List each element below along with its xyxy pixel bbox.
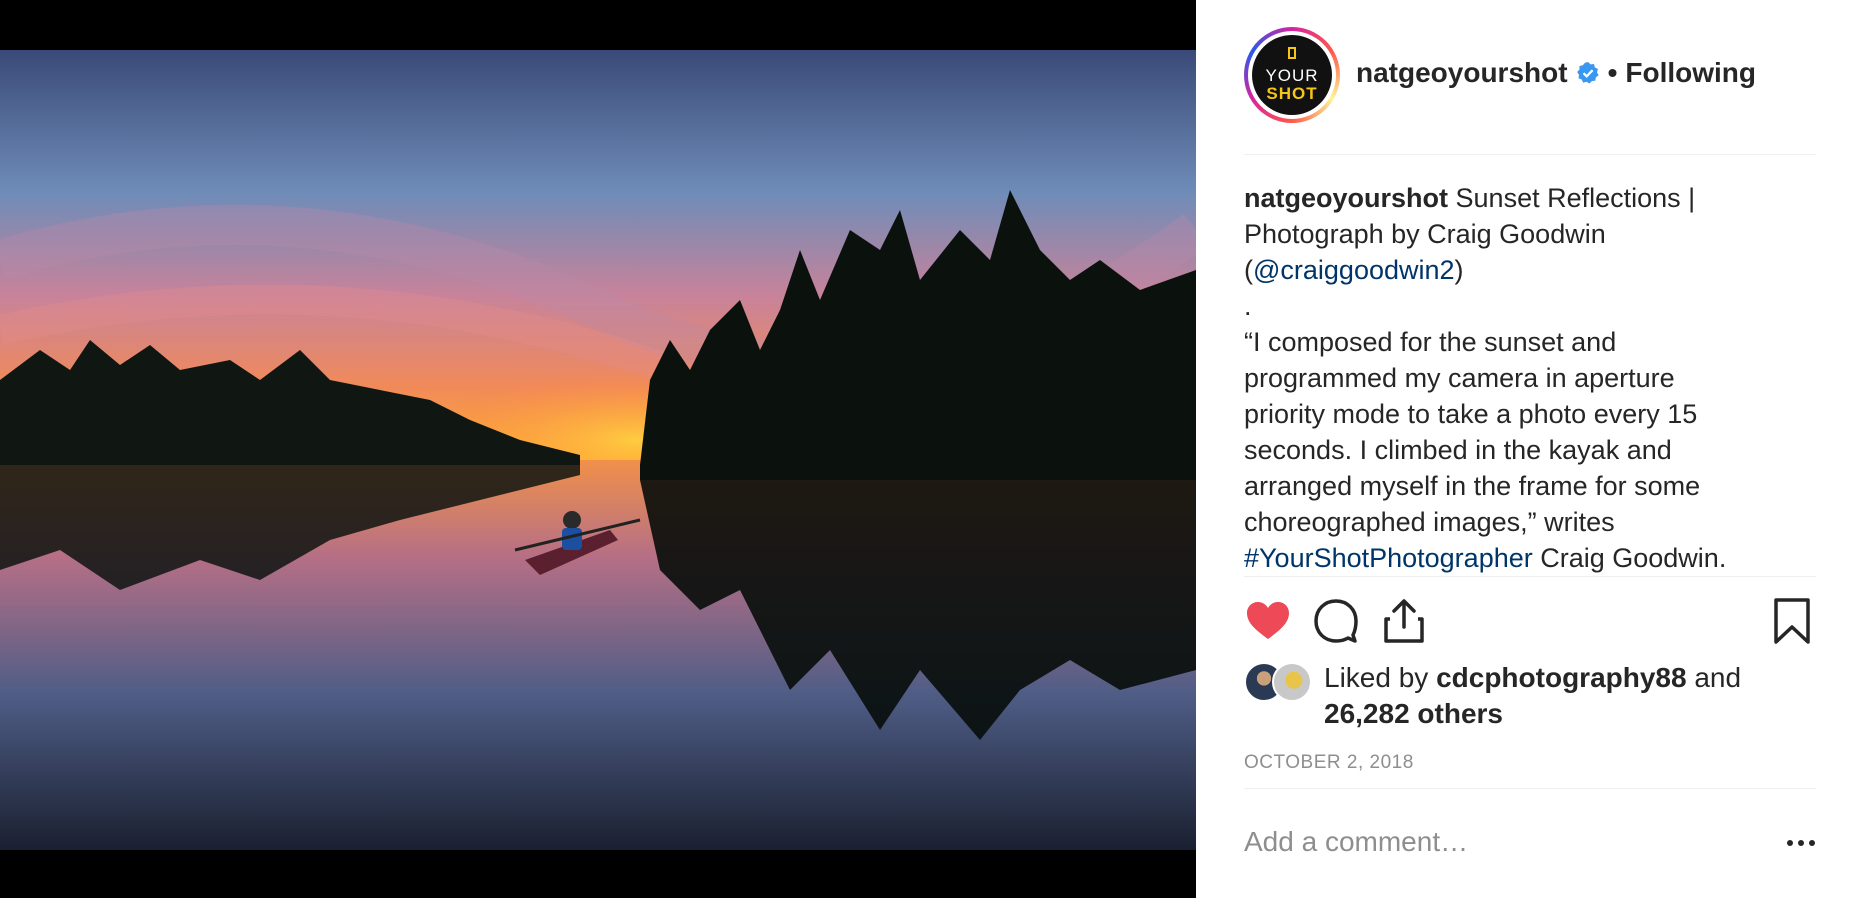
bookmark-icon[interactable] xyxy=(1768,597,1816,645)
post-header: YOUR SHOT natgeoyourshot • Following xyxy=(1244,27,1816,155)
photo-pane xyxy=(0,0,1196,898)
liked-by-prefix: Liked by xyxy=(1324,662,1437,693)
header-separator: • xyxy=(1607,57,1618,88)
share-icon[interactable] xyxy=(1380,597,1428,645)
heart-icon[interactable] xyxy=(1244,597,1292,645)
natgeo-frame-icon xyxy=(1288,47,1296,59)
post-photo[interactable] xyxy=(0,50,1196,850)
caption-quote-line: arranged myself in the frame for some xyxy=(1244,471,1701,501)
account-username[interactable]: natgeoyourshot xyxy=(1356,57,1568,89)
action-bar xyxy=(1244,576,1816,658)
mention-link[interactable]: @craiggoodwin2 xyxy=(1253,255,1455,285)
caption-credit: Photograph by Craig Goodwin xyxy=(1244,219,1606,249)
verified-badge-icon xyxy=(1576,62,1599,84)
caption-quote-line: seconds. I climbed in the kayak and xyxy=(1244,435,1672,465)
liker-avatars xyxy=(1244,662,1316,702)
likes-count[interactable]: 26,282 others xyxy=(1324,698,1503,729)
caption-tail: Craig Goodwin. xyxy=(1532,543,1727,573)
post-sidebar: YOUR SHOT natgeoyourshot • Following nat… xyxy=(1196,0,1862,898)
liker-username[interactable]: cdcphotography88 xyxy=(1436,662,1686,693)
caption-dot: . xyxy=(1244,291,1252,321)
liked-by-text: Liked by cdcphotography88 and 26,282 oth… xyxy=(1324,660,1784,732)
sunset-kayak-image xyxy=(0,50,1196,850)
divider xyxy=(1244,788,1816,789)
following-button[interactable]: Following xyxy=(1625,57,1756,89)
hashtag-link[interactable]: #YourShotPhotographer xyxy=(1244,543,1533,573)
caption-paren-open: ( xyxy=(1244,255,1253,285)
caption-quote-line: programmed my camera in aperture xyxy=(1244,363,1675,393)
liked-by-and: and xyxy=(1686,662,1742,693)
caption-username[interactable]: natgeoyourshot xyxy=(1244,183,1448,213)
caption-quote-line: choreographed images,” writes xyxy=(1244,507,1615,537)
more-options-icon[interactable] xyxy=(1786,838,1816,848)
caption-title: Sunset Reflections | xyxy=(1455,183,1696,213)
avatar[interactable] xyxy=(1272,662,1312,702)
caption-quote-line: “I composed for the sunset and xyxy=(1244,327,1617,357)
post-date[interactable]: OCTOBER 2, 2018 xyxy=(1244,752,1414,774)
comment-input[interactable]: Add a comment… xyxy=(1244,826,1468,858)
comment-icon[interactable] xyxy=(1312,597,1360,645)
caption-paren-close: ) xyxy=(1454,255,1464,285)
likes-summary: Liked by cdcphotography88 and 26,282 oth… xyxy=(1244,660,1816,740)
your-shot-logo: YOUR SHOT xyxy=(1252,35,1332,115)
post-caption: natgeoyourshot Sunset Reflections | Phot… xyxy=(1244,180,1804,576)
account-avatar[interactable]: YOUR SHOT xyxy=(1244,27,1340,123)
caption-quote-line: priority mode to take a photo every 15 xyxy=(1244,399,1698,429)
